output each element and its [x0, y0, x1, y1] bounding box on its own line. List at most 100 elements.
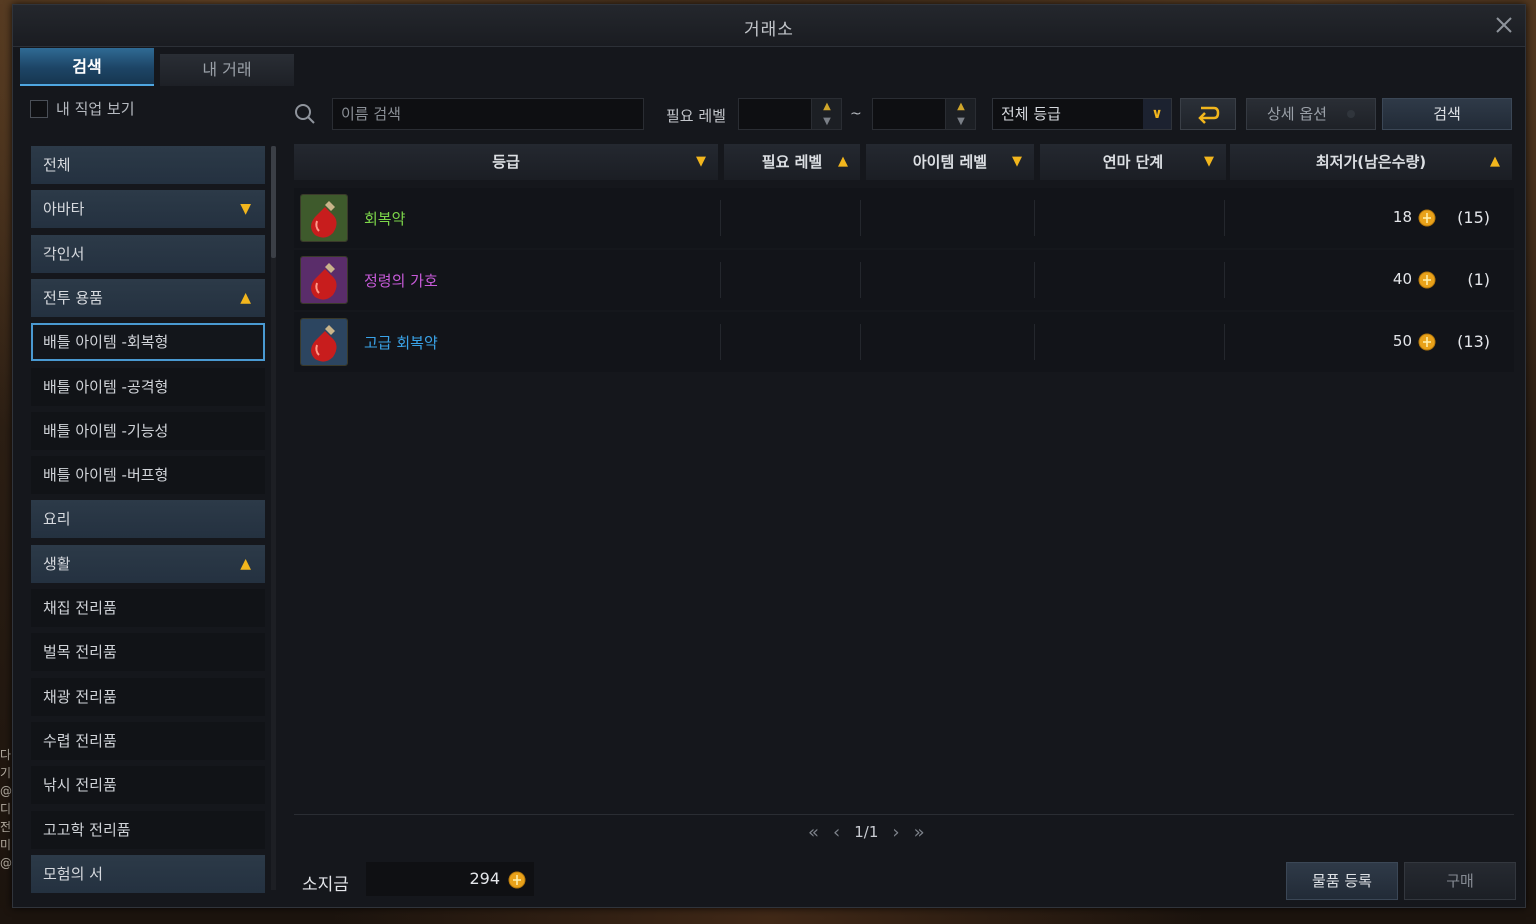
- sidebar-item-label: 채광 전리품: [43, 687, 117, 706]
- search-button[interactable]: 검색: [1382, 98, 1512, 130]
- chevron-down-icon: ∨: [1143, 99, 1171, 129]
- gold-amount: 294: [366, 862, 534, 896]
- page-indicator: 1/1: [854, 823, 879, 841]
- min-level-down-icon[interactable]: ▼: [812, 114, 842, 129]
- sidebar-item-label: 벌목 전리품: [43, 643, 117, 662]
- search-icon: [294, 103, 316, 125]
- column-header[interactable]: 필요 레벨 ▲: [724, 144, 860, 180]
- buy-button[interactable]: 구매: [1404, 862, 1516, 900]
- table-divider: [294, 814, 1514, 815]
- reset-button[interactable]: [1180, 98, 1236, 130]
- column-header-label: 최저가(남은수량): [1315, 153, 1427, 171]
- detail-options-indicator: [1347, 110, 1355, 118]
- column-header[interactable]: 아이템 레벨 ▼: [866, 144, 1034, 180]
- column-separator: [860, 324, 861, 360]
- register-item-button[interactable]: 물품 등록: [1286, 862, 1398, 900]
- column-separator: [720, 200, 721, 236]
- max-level-down-icon[interactable]: ▼: [946, 114, 976, 129]
- titlebar: 거래소: [13, 5, 1525, 47]
- max-level-spinner: ▲ ▼: [945, 99, 975, 129]
- chevron-up-icon: ▲: [240, 555, 251, 572]
- sort-down-icon: ▼: [1012, 154, 1022, 169]
- grade-select-value: 전체 등급: [1001, 105, 1061, 123]
- sidebar-item[interactable]: 배틀 아이템 -회복형: [31, 323, 265, 362]
- gold-coin-icon: [508, 871, 526, 889]
- grade-select[interactable]: 전체 등급 ∨: [992, 98, 1172, 130]
- item-price: 40: [1392, 270, 1412, 288]
- sidebar-item[interactable]: 아바타 ▼: [31, 190, 265, 229]
- sidebar-item[interactable]: 벌목 전리품: [31, 633, 265, 672]
- column-header[interactable]: 등급 ▼: [294, 144, 718, 180]
- range-separator: ~: [850, 106, 862, 122]
- my-class-checkbox[interactable]: [30, 99, 48, 118]
- detail-options-button[interactable]: 상세 옵션: [1246, 98, 1376, 130]
- sidebar-item-label: 채집 전리품: [43, 599, 117, 617]
- search-input[interactable]: [332, 98, 644, 130]
- next-page-icon[interactable]: ›: [892, 822, 899, 843]
- item-name: 회복약: [364, 210, 406, 228]
- sidebar-item[interactable]: 전투 용품 ▲: [31, 278, 265, 317]
- sidebar-item[interactable]: 전체: [31, 146, 265, 184]
- column-separator: [720, 324, 721, 360]
- gold-label: 소지금: [302, 875, 349, 895]
- sidebar-item-label: 전체: [43, 156, 71, 174]
- sidebar-item[interactable]: 생활 ▲: [31, 544, 265, 583]
- sidebar-item[interactable]: 모험의 서: [31, 854, 265, 893]
- max-level-up-icon[interactable]: ▲: [946, 99, 976, 114]
- item-name: 고급 회복약: [364, 334, 438, 352]
- sidebar-item[interactable]: 채집 전리품: [31, 589, 265, 627]
- column-header[interactable]: 연마 단계 ▼: [1040, 144, 1226, 180]
- sidebar-item-label: 생활: [43, 554, 71, 573]
- sidebar-item-label: 각인서: [43, 244, 85, 263]
- tab-my-trades[interactable]: 내 거래: [160, 54, 294, 86]
- sidebar-item-label: 수렵 전리품: [43, 731, 117, 750]
- sidebar-item[interactable]: 배틀 아이템 -공격형: [31, 367, 265, 406]
- column-header[interactable]: 최저가(남은수량) ▲: [1230, 144, 1512, 180]
- sidebar-item-label: 모험의 서: [43, 864, 103, 883]
- tab-search[interactable]: 검색: [20, 48, 154, 86]
- sort-down-icon: ▼: [696, 154, 706, 169]
- max-level-input[interactable]: ▲ ▼: [872, 98, 976, 130]
- first-page-icon[interactable]: «: [808, 822, 819, 843]
- sidebar-item[interactable]: 요리: [31, 500, 265, 539]
- item-quantity: (1): [1467, 270, 1490, 289]
- sidebar-item[interactable]: 채광 전리품: [31, 677, 265, 716]
- sidebar-item[interactable]: 수렵 전리품: [31, 721, 265, 760]
- potion-icon: [300, 318, 348, 366]
- table-row[interactable]: 회복약 18 (15): [294, 188, 1514, 248]
- item-name: 정령의 가호: [364, 272, 438, 290]
- chevron-down-icon: ▼: [240, 201, 251, 218]
- sidebar-item[interactable]: 배틀 아이템 -버프형: [31, 456, 265, 495]
- sidebar-item-label: 아바타: [43, 200, 85, 219]
- column-separator: [860, 262, 861, 298]
- category-sidebar: 전체아바타 ▼ 각인서전투 용품 ▲ 배틀 아이템 -회복형배틀 아이템 -공격형배틀 …: [31, 142, 267, 893]
- min-level-input[interactable]: ▲ ▼: [738, 98, 842, 130]
- sidebar-item-label: 배틀 아이템 -회복형: [43, 333, 169, 352]
- sidebar-item[interactable]: 각인서: [31, 234, 265, 273]
- column-separator: [1034, 324, 1035, 360]
- reset-icon: [1198, 106, 1220, 124]
- sidebar-item[interactable]: 낚시 전리품: [31, 766, 265, 805]
- potion-icon: [300, 194, 348, 242]
- sidebar-item-label: 고고학 전리품: [43, 820, 131, 839]
- min-level-up-icon[interactable]: ▲: [812, 99, 842, 114]
- last-page-icon[interactable]: »: [914, 822, 925, 843]
- sidebar-item-label: 요리: [43, 510, 71, 529]
- prev-page-icon[interactable]: ‹: [833, 822, 840, 843]
- close-button[interactable]: [1493, 14, 1515, 36]
- column-separator: [1034, 262, 1035, 298]
- potion-icon: [300, 256, 348, 304]
- chevron-up-icon: ▲: [240, 289, 251, 306]
- sidebar-item-label: 배틀 아이템 -기능성: [43, 421, 169, 440]
- table-row[interactable]: 정령의 가호 40 (1): [294, 250, 1514, 310]
- item-quantity: (15): [1457, 208, 1490, 227]
- min-level-spinner: ▲ ▼: [811, 99, 841, 129]
- table-row[interactable]: 고급 회복약 50 (13): [294, 312, 1514, 372]
- pagination: « ‹ 1/1 › »: [808, 820, 925, 844]
- sidebar-item[interactable]: 배틀 아이템 -기능성: [31, 411, 265, 450]
- my-class-toggle[interactable]: 내 직업 보기: [30, 98, 135, 119]
- sidebar-scrollbar[interactable]: [271, 146, 276, 258]
- column-header-label: 아이템 레벨: [912, 153, 988, 171]
- sidebar-item[interactable]: 고고학 전리품: [31, 810, 265, 849]
- level-label: 필요 레벨: [666, 107, 726, 125]
